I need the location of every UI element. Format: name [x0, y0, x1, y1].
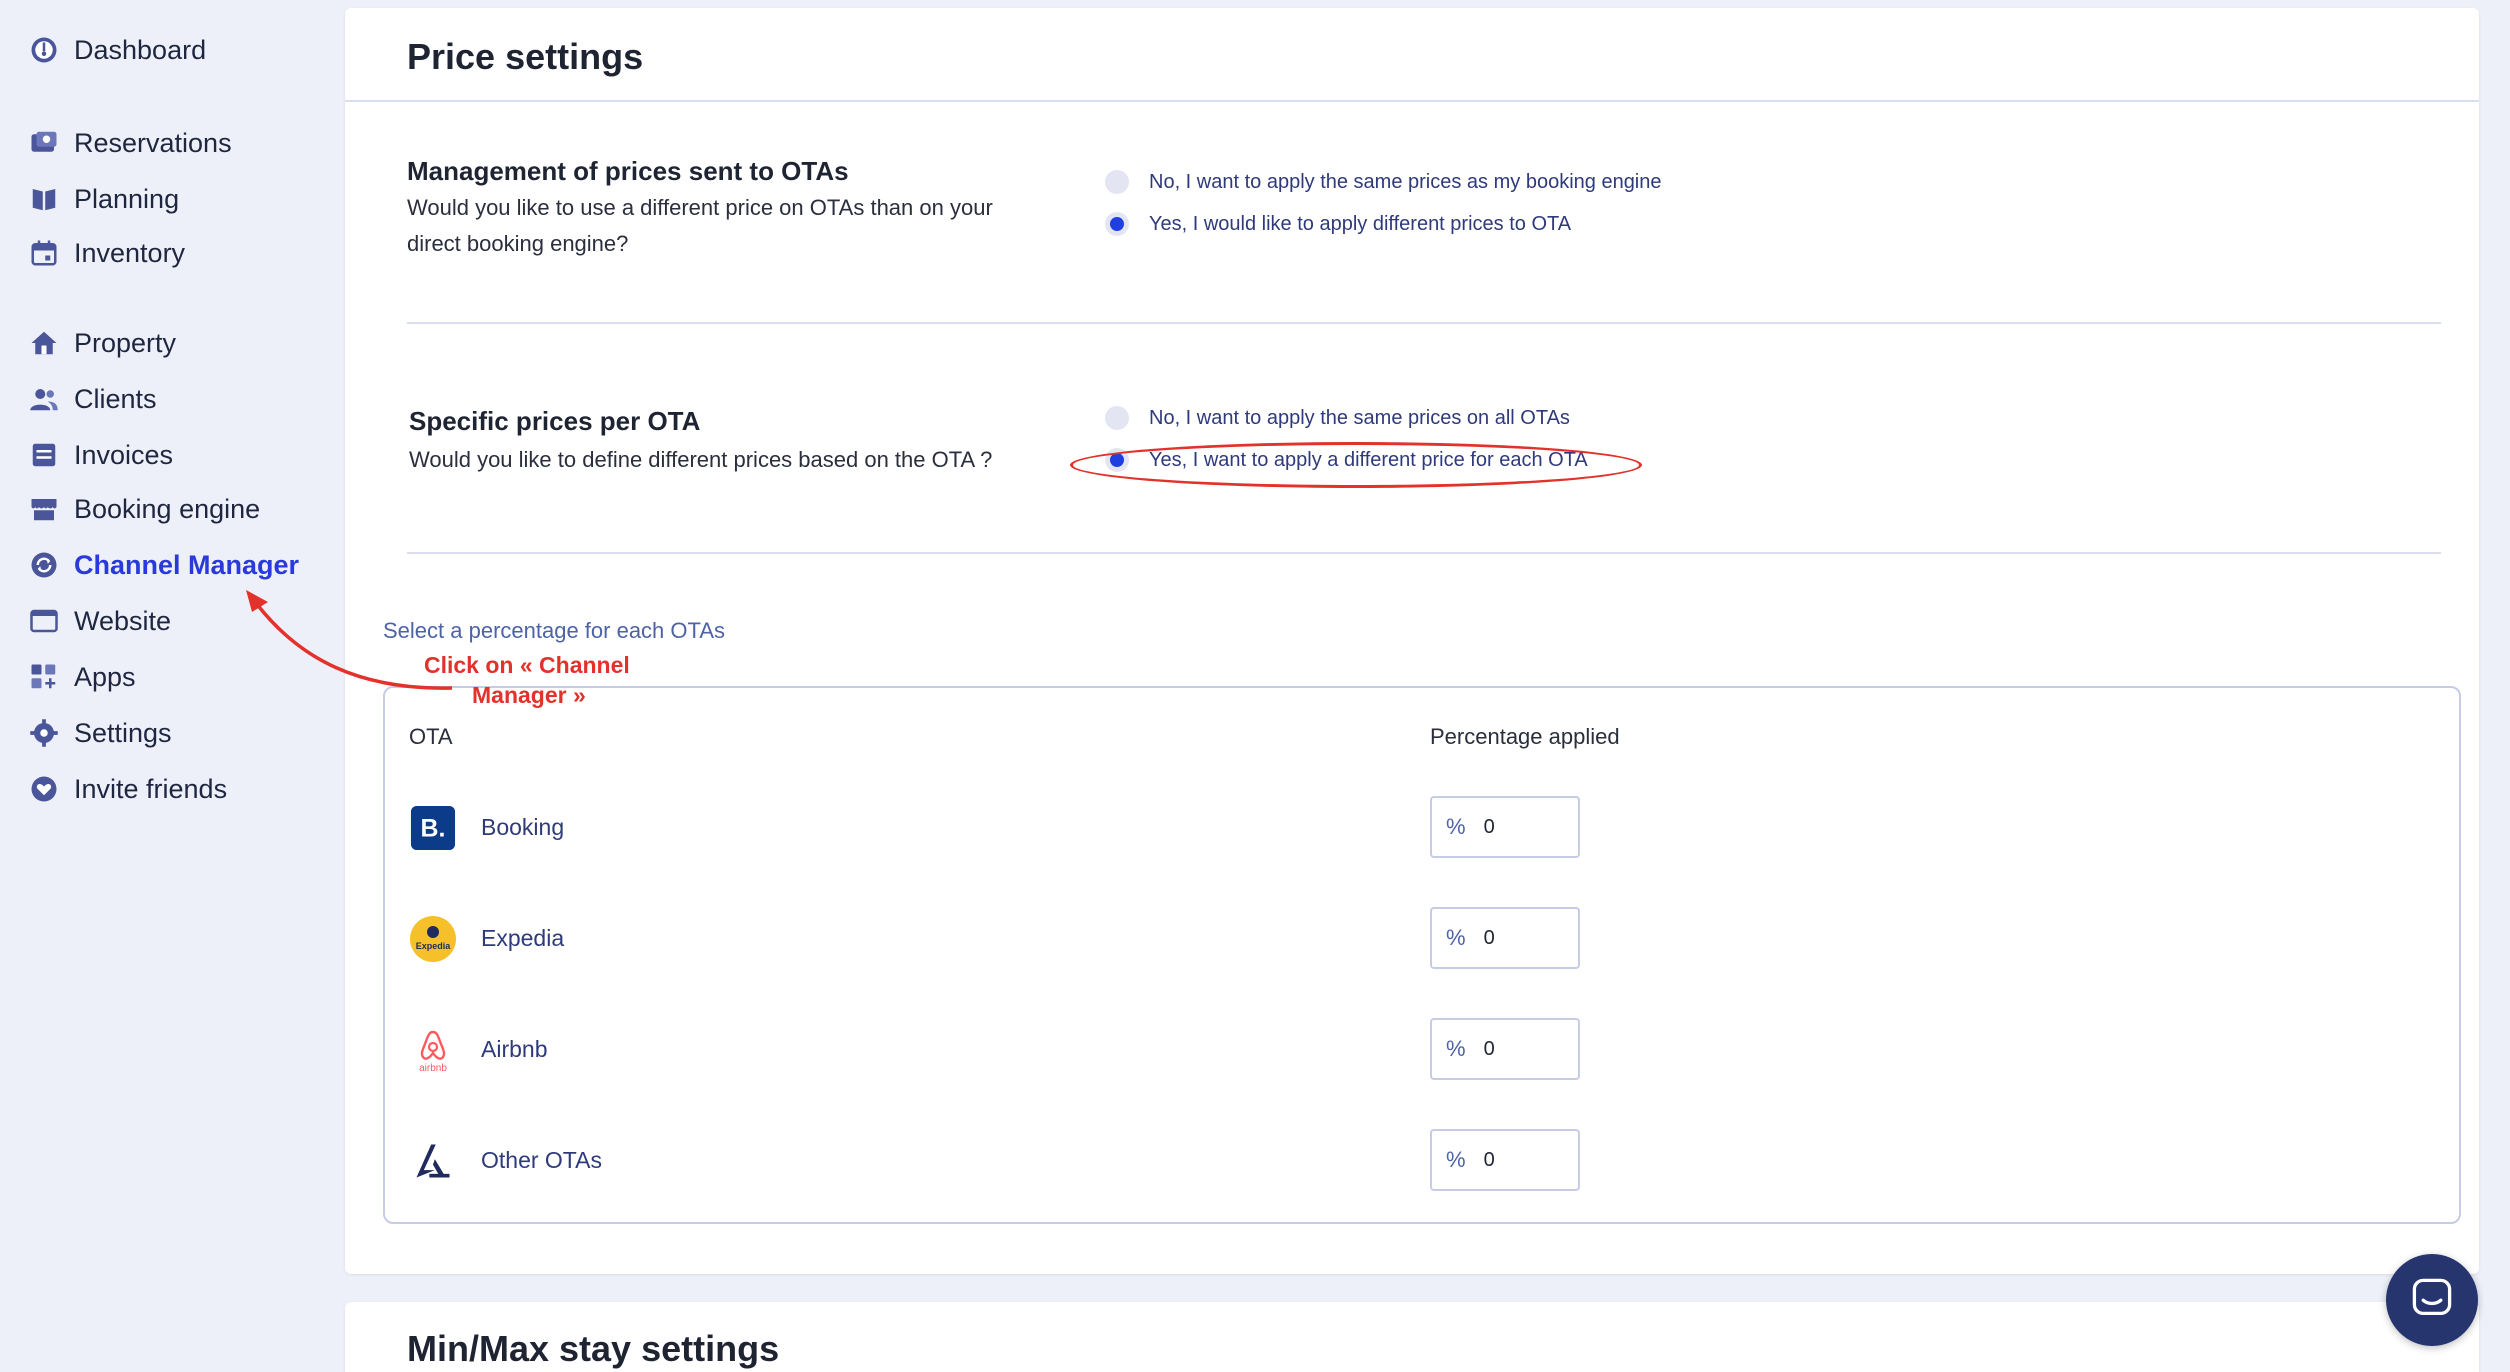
percentage-section-label: Select a percentage for each OTAs: [383, 618, 725, 643]
percentage-value: 0: [1483, 1037, 1495, 1060]
radio-different-prices-ota[interactable]: Yes, I would like to apply different pri…: [1105, 212, 1571, 236]
ota-name: Booking: [481, 814, 565, 840]
percentage-input-expedia[interactable]: % 0: [1430, 907, 1580, 969]
sidebar-item-apps[interactable]: Apps: [28, 657, 136, 697]
airbnb-logo-icon: airbnb: [409, 1026, 457, 1074]
sidebar-item-label: Apps: [74, 661, 136, 692]
expedia-logo-text: Expedia: [416, 941, 452, 951]
dashboard-icon: [28, 34, 60, 66]
radio-button[interactable]: [1105, 170, 1129, 194]
percent-sign: %: [1446, 814, 1466, 839]
sidebar-item-label: Reservations: [74, 127, 232, 158]
sidebar-item-label: Website: [74, 605, 172, 636]
invoice-icon: [28, 439, 60, 471]
sidebar-item-invoices[interactable]: Invoices: [28, 435, 173, 475]
browser-icon: [28, 605, 60, 637]
expedia-logo-icon: Expedia: [409, 915, 457, 963]
radio-same-prices-all-otas[interactable]: No, I want to apply the same prices on a…: [1105, 406, 1570, 430]
table-row: B. Booking % 0: [385, 788, 2459, 860]
minmax-settings-card: Min/Max stay settings: [345, 1302, 2479, 1372]
table-row: Other OTAs % 0: [385, 1121, 2459, 1193]
radio-label: No, I want to apply the same prices on a…: [1149, 406, 1570, 429]
other-otas-logo-icon: [409, 1137, 457, 1185]
minmax-title: Min/Max stay settings: [407, 1328, 780, 1369]
percent-sign: %: [1446, 925, 1466, 950]
store-icon: [28, 493, 60, 525]
sidebar-item-booking-engine[interactable]: Booking engine: [28, 489, 260, 529]
sync-icon: [28, 549, 60, 581]
percent-sign: %: [1446, 1036, 1466, 1061]
sidebar-item-label: Planning: [74, 183, 180, 214]
column-header-ota: OTA: [409, 724, 453, 749]
percentage-value: 0: [1483, 1148, 1495, 1171]
management-title: Management of prices sent to OTAs: [407, 156, 849, 186]
page-scrollbar[interactable]: [2484, 0, 2510, 1372]
sidebar-item-channel-manager[interactable]: Channel Manager: [28, 545, 299, 585]
table-row: Expedia Expedia % 0: [385, 899, 2459, 971]
column-header-percentage: Percentage applied: [1430, 724, 1620, 749]
ota-name: Airbnb: [481, 1036, 548, 1062]
ota-percentage-table: OTA Percentage applied B. Booking % 0 Ex…: [383, 686, 2461, 1224]
sidebar-item-label: Settings: [74, 717, 172, 748]
airbnb-logo-text: airbnb: [419, 1063, 447, 1074]
chat-icon: [2410, 1276, 2454, 1325]
section-divider: [407, 322, 2441, 324]
percentage-value: 0: [1483, 926, 1495, 949]
sidebar-item-label: Invite friends: [74, 773, 228, 804]
radio-button[interactable]: [1105, 406, 1129, 430]
reservations-icon: [28, 127, 60, 159]
booking-logo-icon: B.: [409, 804, 457, 852]
chat-launcher-button[interactable]: [2386, 1254, 2478, 1346]
section-divider: [407, 552, 2441, 554]
page-title: Price settings: [407, 36, 644, 77]
home-icon: [28, 327, 60, 359]
sidebar-item-label: Booking engine: [74, 493, 261, 524]
specific-prices-title: Specific prices per OTA: [409, 406, 701, 436]
sidebar-item-planning[interactable]: Planning: [28, 179, 179, 219]
sidebar-item-label: Inventory: [74, 237, 186, 268]
sidebar-item-label: Invoices: [74, 439, 174, 470]
sidebar-item-label: Property: [74, 327, 177, 358]
sidebar-item-label: Clients: [74, 383, 157, 414]
sidebar-item-invite-friends[interactable]: Invite friends: [28, 769, 227, 809]
sidebar-item-dashboard[interactable]: Dashboard: [28, 30, 206, 70]
heart-icon: [28, 773, 60, 805]
radio-label: Yes, I would like to apply different pri…: [1149, 212, 1572, 235]
sidebar-item-label: Channel Manager: [74, 549, 300, 580]
planning-icon: [28, 183, 60, 215]
management-description: Would you like to use a different price …: [407, 195, 993, 256]
ota-name: Other OTAs: [481, 1147, 602, 1173]
annotation-highlight-ellipse: [1070, 442, 1642, 488]
sidebar-item-property[interactable]: Property: [28, 323, 176, 363]
sidebar-item-label: Dashboard: [74, 34, 207, 65]
percent-sign: %: [1446, 1147, 1466, 1172]
gear-icon: [28, 717, 60, 749]
annotation-text-line1: Click on « Channel: [424, 652, 630, 678]
percentage-value: 0: [1483, 815, 1495, 838]
apps-icon: [28, 661, 60, 693]
percentage-input-airbnb[interactable]: % 0: [1430, 1018, 1580, 1080]
annotation-text-line2: Manager »: [472, 682, 586, 708]
radio-label: No, I want to apply the same prices as m…: [1149, 170, 1662, 193]
booking-logo-text: B.: [421, 815, 446, 843]
sidebar-item-reservations[interactable]: Reservations: [28, 123, 232, 163]
radio-button[interactable]: [1105, 212, 1129, 236]
percentage-input-booking[interactable]: % 0: [1430, 796, 1580, 858]
specific-prices-description: Would you like to define different price…: [409, 447, 993, 472]
sidebar-item-website[interactable]: Website: [28, 601, 171, 641]
users-icon: [28, 383, 60, 415]
inventory-icon: [28, 237, 60, 269]
sidebar: Dashboard Reservations Planning Inventor…: [0, 0, 340, 1372]
table-row: airbnb Airbnb % 0: [385, 1010, 2459, 1082]
radio-same-prices-booking-engine[interactable]: No, I want to apply the same prices as m…: [1105, 170, 1662, 194]
sidebar-item-inventory[interactable]: Inventory: [28, 233, 185, 273]
sidebar-item-settings[interactable]: Settings: [28, 713, 172, 753]
sidebar-item-clients[interactable]: Clients: [28, 379, 157, 419]
price-settings-card: Price settings Management of prices sent…: [345, 8, 2479, 1274]
ota-name: Expedia: [481, 925, 565, 951]
percentage-input-other-otas[interactable]: % 0: [1430, 1129, 1580, 1191]
header-divider: [345, 100, 2479, 102]
